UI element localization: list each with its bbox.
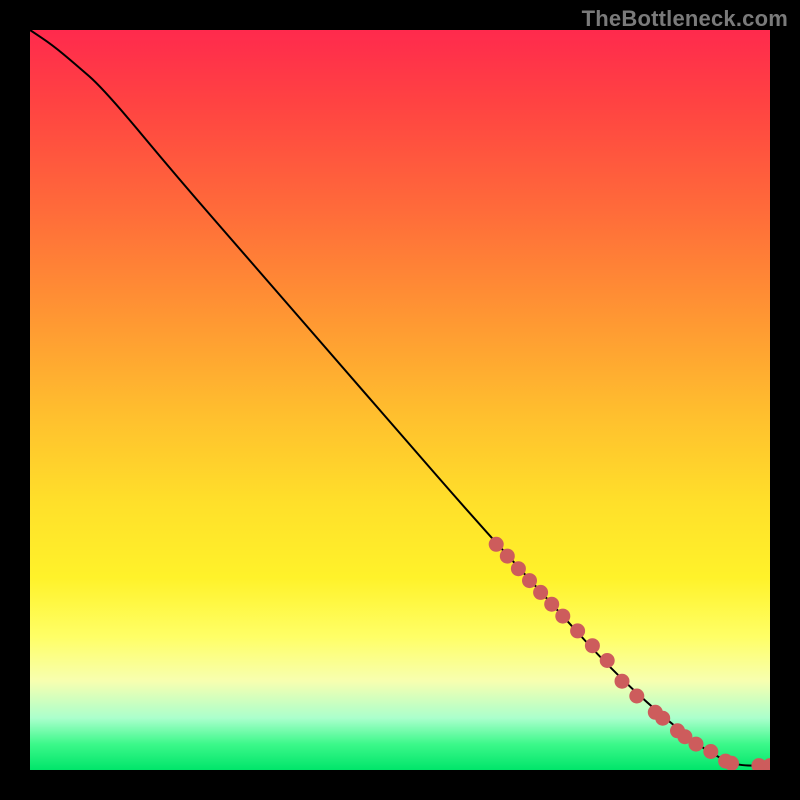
- data-point: [615, 674, 630, 689]
- data-point: [544, 597, 559, 612]
- data-point: [489, 537, 504, 552]
- data-point: [555, 609, 570, 624]
- data-point: [585, 638, 600, 653]
- watermark-text: TheBottleneck.com: [582, 6, 788, 32]
- scatter-points: [489, 537, 770, 770]
- data-point: [533, 585, 548, 600]
- data-point: [703, 744, 718, 759]
- data-point: [689, 737, 704, 752]
- data-point: [522, 573, 537, 588]
- data-point: [500, 549, 515, 564]
- bottleneck-curve: [30, 30, 770, 766]
- data-point: [600, 653, 615, 668]
- figure-root: TheBottleneck.com: [0, 0, 800, 800]
- plot-area: [30, 30, 770, 770]
- data-point: [570, 623, 585, 638]
- data-point: [629, 689, 644, 704]
- chart-overlay-svg: [30, 30, 770, 770]
- data-point: [511, 561, 526, 576]
- data-point: [655, 711, 670, 726]
